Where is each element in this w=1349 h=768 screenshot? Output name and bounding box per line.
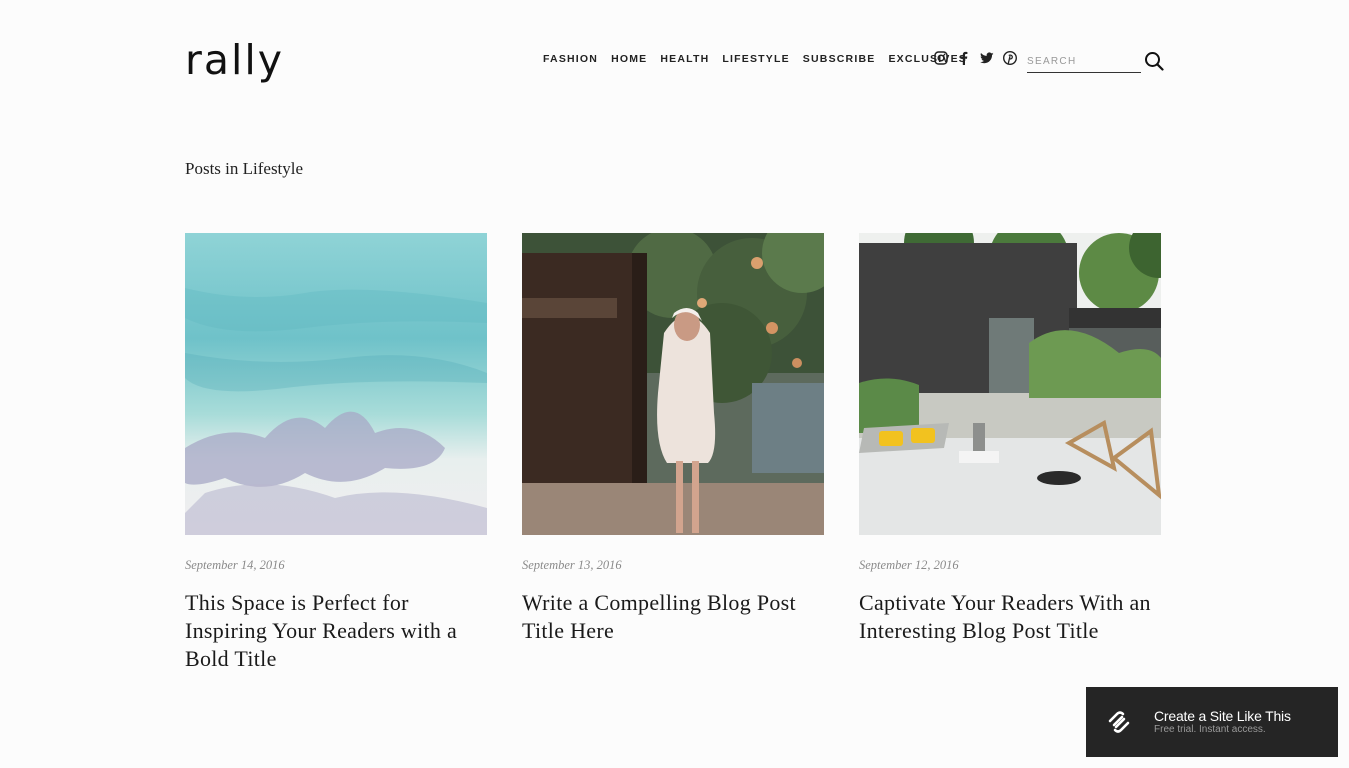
page-title: Posts in Lifestyle — [185, 159, 304, 178]
post-thumbnail-woman[interactable] — [522, 233, 824, 535]
main-nav: FASHION HOME HEALTH LIFESTYLE SUBSCRIBE … — [543, 53, 967, 65]
nav-fashion[interactable]: FASHION — [543, 53, 598, 65]
post-date: September 12, 2016 — [859, 558, 959, 572]
squarespace-logo-icon — [1106, 709, 1132, 735]
post-date: September 13, 2016 — [522, 558, 622, 572]
post-card: September 12, 2016 Captivate Your Reader… — [859, 233, 1161, 673]
nav-subscribe[interactable]: SUBSCRIBE — [803, 53, 876, 65]
facebook-icon[interactable] — [957, 51, 971, 65]
search-input[interactable] — [1027, 54, 1137, 72]
search-box — [1027, 51, 1141, 73]
search-icon[interactable] — [1144, 51, 1164, 71]
social-links — [934, 51, 1017, 65]
post-card: September 14, 2016 This Space is Perfect… — [185, 233, 487, 673]
post-date: September 14, 2016 — [185, 558, 285, 572]
post-card: September 13, 2016 Write a Compelling Bl… — [522, 233, 824, 673]
banner-title: Create a Site Like This — [1154, 708, 1291, 724]
post-title[interactable]: This Space is Perfect for Inspiring Your… — [185, 589, 487, 673]
site-logo[interactable]: rally — [185, 36, 284, 84]
post-grid: September 14, 2016 This Space is Perfect… — [185, 233, 1161, 673]
pinterest-icon[interactable] — [1003, 51, 1017, 65]
nav-health[interactable]: HEALTH — [660, 53, 709, 65]
twitter-icon[interactable] — [980, 51, 994, 65]
post-thumbnail-beach[interactable] — [185, 233, 487, 535]
banner-subtitle: Free trial. Instant access. — [1154, 724, 1266, 735]
nav-home[interactable]: HOME — [611, 53, 647, 65]
post-title[interactable]: Captivate Your Readers With an Interesti… — [859, 589, 1161, 645]
post-title[interactable]: Write a Compelling Blog Post Title Here — [522, 589, 824, 645]
instagram-icon[interactable] — [934, 51, 948, 65]
nav-lifestyle[interactable]: LIFESTYLE — [722, 53, 789, 65]
post-thumbnail-house[interactable] — [859, 233, 1161, 535]
create-site-banner[interactable]: Create a Site Like This Free trial. Inst… — [1086, 687, 1338, 757]
